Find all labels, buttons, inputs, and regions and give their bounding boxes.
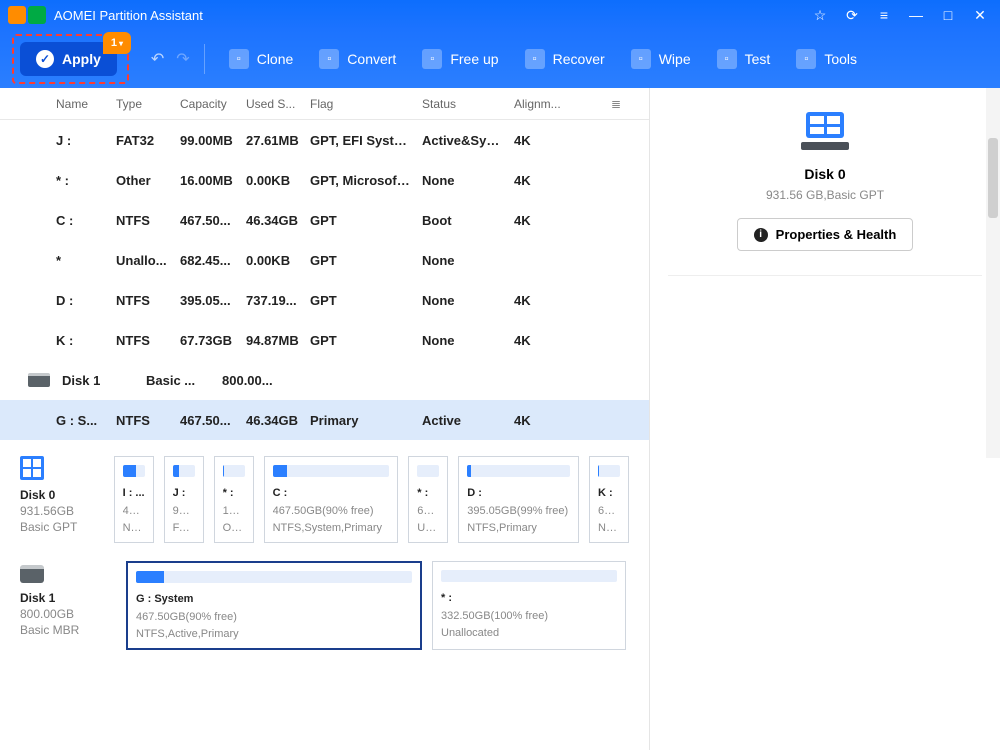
toolbar-icon: ▫: [319, 49, 339, 69]
info-icon: i: [754, 228, 768, 242]
menu-icon[interactable]: ≡: [872, 3, 896, 27]
toolbar-test[interactable]: ▫Test: [707, 43, 781, 75]
disk-header-row[interactable]: Disk 1Basic ...800.00...: [0, 360, 649, 400]
apply-label: Apply: [62, 51, 101, 67]
disk-icon: [801, 112, 849, 152]
table-row-selected[interactable]: G : S...NTFS467.50...46.34GBPrimaryActiv…: [0, 400, 649, 440]
disk-info-panel: Disk 0 931.56 GB,Basic GPT i Properties …: [668, 112, 982, 276]
disk-title: Disk 0: [668, 166, 982, 182]
apply-highlight: ✓ Apply 1: [12, 34, 129, 84]
disk-map-area: Disk 0931.56GBBasic GPTI : ...499...NTF.…: [0, 440, 649, 684]
col-name[interactable]: Name: [52, 97, 112, 111]
disk-icon: [28, 373, 50, 387]
table-header: Name Type Capacity Used S... Flag Status…: [0, 88, 649, 120]
toolbar-icon: ▫: [796, 49, 816, 69]
scrollbar[interactable]: [986, 88, 1000, 458]
table-row[interactable]: J :FAT3299.00MB27.61MBGPT, EFI System...…: [0, 120, 649, 160]
app-logo-icon: [8, 6, 26, 24]
disk-icon: [20, 456, 44, 480]
disk-icon: [20, 565, 44, 583]
table-row[interactable]: * :Other16.00MB0.00KBGPT, Microsoft ...N…: [0, 160, 649, 200]
partition-box[interactable]: D :395.05GB(99% free)NTFS,Primary: [458, 456, 579, 543]
pending-badge[interactable]: 1: [103, 32, 131, 54]
titlebar: AOMEI Partition Assistant ☆ ⟳ ≡ — □ ✕: [0, 0, 1000, 30]
partition-box[interactable]: K :67....NT...: [589, 456, 629, 543]
table-row[interactable]: K :NTFS67.73GB94.87MBGPTNone4K: [0, 320, 649, 360]
col-status[interactable]: Status: [418, 97, 510, 111]
partition-box[interactable]: * :16.0...Oth...: [214, 456, 254, 543]
undo-button[interactable]: ↶: [151, 49, 164, 69]
toolbar-recover[interactable]: ▫Recover: [515, 43, 615, 75]
col-type[interactable]: Type: [112, 97, 176, 111]
partition-box[interactable]: C :467.50GB(90% free)NTFS,System,Primary: [264, 456, 399, 543]
table-row[interactable]: C :NTFS467.50...46.34GBGPTBoot4K: [0, 200, 649, 240]
main-panel: Name Type Capacity Used S... Flag Status…: [0, 88, 650, 750]
toolbar-icon: ▫: [717, 49, 737, 69]
toolbar-wipe[interactable]: ▫Wipe: [621, 43, 701, 75]
col-flag[interactable]: Flag: [306, 97, 418, 111]
toolbar-icon: ▫: [631, 49, 651, 69]
minimize-button[interactable]: —: [904, 3, 928, 27]
check-icon: ✓: [36, 50, 54, 68]
toolbar: ✓ Apply 1 ↶ ↷ ▫Clone▫Convert▫Free up▫Rec…: [0, 30, 1000, 88]
redo-button[interactable]: ↷: [176, 49, 189, 69]
toolbar-convert[interactable]: ▫Convert: [309, 43, 406, 75]
col-used[interactable]: Used S...: [242, 97, 306, 111]
partition-box[interactable]: * :332.50GB(100% free)Unallocated: [432, 561, 626, 650]
columns-settings-icon[interactable]: ≣: [611, 97, 621, 111]
toolbar-free-up[interactable]: ▫Free up: [412, 43, 508, 75]
side-panel: Disk 0 931.56 GB,Basic GPT i Properties …: [650, 88, 1000, 750]
col-capacity[interactable]: Capacity: [176, 97, 242, 111]
partition-box[interactable]: G : System467.50GB(90% free)NTFS,Active,…: [126, 561, 422, 650]
app-title: AOMEI Partition Assistant: [54, 8, 800, 23]
app-logo-icon: [28, 6, 46, 24]
toolbar-icon: ▫: [422, 49, 442, 69]
partition-box[interactable]: I : ...499...NTF...: [114, 456, 154, 543]
separator: [204, 44, 205, 74]
disk-card[interactable]: Disk 0931.56GBBasic GPT: [20, 456, 104, 543]
partition-box[interactable]: * :682...Una...: [408, 456, 448, 543]
refresh-icon[interactable]: ⟳: [840, 3, 864, 27]
disk-subtitle: 931.56 GB,Basic GPT: [668, 188, 982, 202]
maximize-button[interactable]: □: [936, 3, 960, 27]
table-row[interactable]: *Unallo...682.45...0.00KBGPTNone: [0, 240, 649, 280]
undo-redo-group: ↶ ↷: [151, 49, 190, 69]
favorite-icon[interactable]: ☆: [808, 3, 832, 27]
toolbar-icon: ▫: [229, 49, 249, 69]
partition-table: J :FAT3299.00MB27.61MBGPT, EFI System...…: [0, 120, 649, 440]
toolbar-clone[interactable]: ▫Clone: [219, 43, 304, 75]
partition-box[interactable]: J :99....FAT...: [164, 456, 204, 543]
col-align[interactable]: Alignm...: [510, 97, 570, 111]
properties-button[interactable]: i Properties & Health: [737, 218, 914, 251]
table-row[interactable]: D :NTFS395.05...737.19...GPTNone4K: [0, 280, 649, 320]
close-button[interactable]: ✕: [968, 3, 992, 27]
disk-card[interactable]: Disk 1800.00GBBasic MBR: [20, 561, 116, 650]
toolbar-tools[interactable]: ▫Tools: [786, 43, 867, 75]
toolbar-icon: ▫: [525, 49, 545, 69]
